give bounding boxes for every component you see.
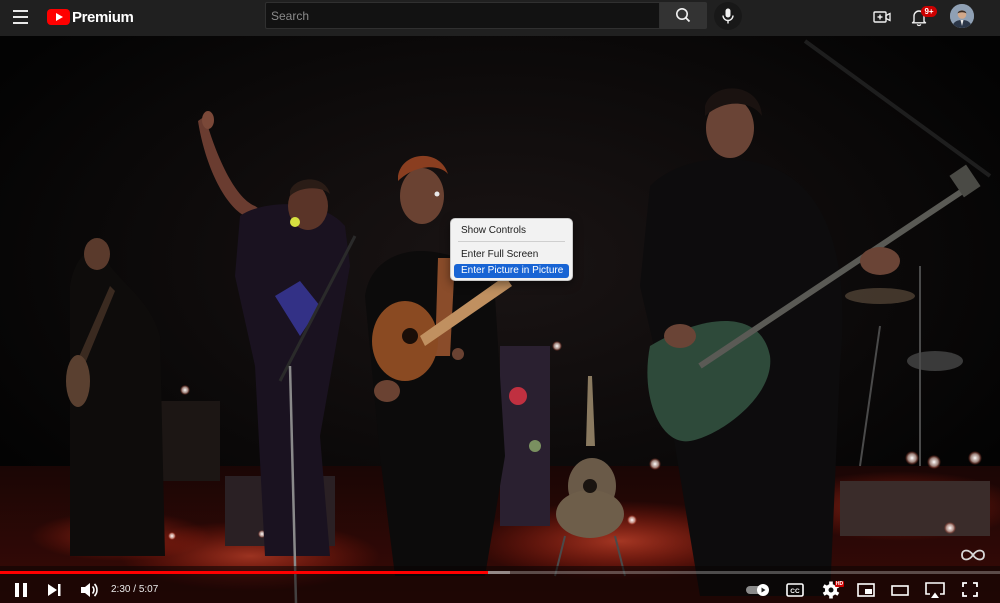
menu-separator: [458, 241, 565, 242]
svg-text:CC: CC: [790, 588, 800, 595]
video-player[interactable]: Show Controls Enter Full Screen Enter Pi…: [0, 36, 1000, 603]
avatar[interactable]: [950, 4, 974, 28]
next-button[interactable]: [41, 576, 67, 603]
avatar-photo: [950, 4, 974, 28]
voice-search-button[interactable]: [714, 2, 742, 30]
autoplay-toggle-icon: [746, 584, 769, 596]
duration: 5:07: [138, 584, 159, 595]
hd-badge: HD: [835, 581, 844, 587]
next-icon: [48, 584, 61, 596]
time-display: 2:30 / 5:07: [111, 584, 158, 595]
logo-text: Premium: [72, 8, 134, 26]
enter-picture-in-picture-menu-item[interactable]: Enter Picture in Picture: [454, 264, 569, 278]
video-frame: [0, 36, 1000, 603]
search-icon: [675, 8, 691, 23]
show-controls-menu-item[interactable]: Show Controls: [454, 224, 569, 238]
search-box: [265, 2, 660, 29]
search-input[interactable]: [266, 3, 659, 28]
airplay-button[interactable]: [922, 576, 948, 603]
miniplayer-icon: [857, 583, 875, 597]
progress-played: [0, 571, 488, 574]
volume-icon: [81, 583, 98, 597]
create-button[interactable]: [871, 6, 893, 28]
airplay-icon: [925, 582, 945, 598]
player-controls: 2:30 / 5:07 CC HD: [0, 576, 1000, 603]
fullscreen-button[interactable]: [957, 576, 983, 603]
youtube-logo-icon: [47, 9, 70, 25]
time-separator: /: [130, 584, 139, 595]
menu-icon[interactable]: [10, 6, 32, 28]
enter-full-screen-menu-item[interactable]: Enter Full Screen: [454, 248, 569, 262]
pause-icon: [15, 583, 27, 597]
current-time: 2:30: [111, 584, 131, 595]
captions-button[interactable]: CC: [782, 576, 808, 603]
microphone-icon: [722, 8, 734, 24]
miniplayer-button[interactable]: [853, 576, 879, 603]
mute-button[interactable]: [76, 576, 102, 603]
infinity-icon: [961, 549, 985, 561]
theater-mode-icon: [891, 585, 909, 596]
autoplay-toggle[interactable]: [744, 576, 774, 603]
masthead: Premium 9+: [0, 0, 1000, 36]
create-video-icon: [873, 11, 891, 23]
captions-icon: CC: [786, 583, 804, 597]
search-button[interactable]: [660, 2, 707, 29]
pause-button[interactable]: [8, 576, 34, 603]
theater-mode-button[interactable]: [887, 576, 913, 603]
fullscreen-icon: [962, 582, 978, 597]
notification-badge: 9+: [921, 6, 937, 17]
video-context-menu: Show Controls Enter Full Screen Enter Pi…: [450, 218, 573, 281]
youtube-premium-logo[interactable]: Premium: [47, 7, 134, 27]
